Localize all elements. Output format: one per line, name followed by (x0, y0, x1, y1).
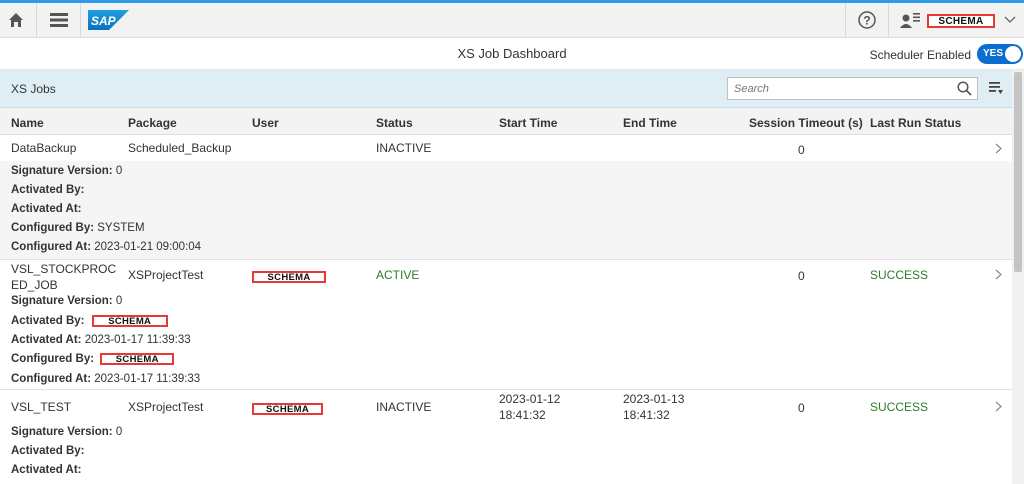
user-name[interactable]: SCHEMA (927, 14, 995, 28)
page-header: XS Job Dashboard Scheduler Enabled (0, 38, 1024, 70)
chevron-right-icon[interactable] (995, 269, 1003, 280)
shell-separator (80, 3, 81, 37)
toggle-label: YES (983, 48, 1004, 59)
column-header-last-run-status[interactable]: Last Run Status (870, 116, 961, 130)
job-session-timeout: 0 (798, 269, 805, 283)
detail-configured-at: Configured At: 2023-01-17 11:39:33 (11, 373, 201, 385)
job-user: SCHEMA (252, 268, 326, 284)
table-header: Name Package User Status Start Time End … (0, 108, 1012, 135)
job-session-timeout: 0 (798, 143, 805, 157)
help-icon: ? (858, 11, 876, 29)
detail-activated-by: Activated By: (11, 445, 85, 457)
job-name: VSL_STOCKPROC ED_JOB (11, 262, 117, 292)
job-start-time: 2023-01-12 18:41:32 (499, 392, 561, 422)
vertical-scrollbar[interactable] (1012, 70, 1024, 484)
column-header-user[interactable]: User (252, 116, 279, 130)
job-session-timeout: 0 (798, 401, 805, 415)
shell-separator (888, 3, 889, 37)
table-row[interactable]: VSL_TEST XSProjectTest SCHEMA INACTIVE 2… (0, 390, 1012, 484)
redacted-user: SCHEMA (91, 315, 168, 327)
detail-signature-version: Signature Version: 0 (11, 165, 123, 177)
menu-icon (50, 13, 68, 27)
job-status: INACTIVE (376, 141, 432, 155)
table-settings-icon[interactable] (989, 82, 1003, 95)
chevron-right-icon[interactable] (995, 401, 1003, 412)
chevron-right-icon[interactable] (995, 143, 1003, 154)
home-icon (9, 13, 23, 27)
job-status: INACTIVE (376, 400, 432, 414)
detail-activated-by: Activated By: SCHEMA (11, 315, 168, 327)
search-input[interactable] (734, 81, 949, 97)
job-name: DataBackup (11, 141, 77, 155)
scheduler-enabled-label: Scheduler Enabled (869, 48, 971, 62)
detail-configured-by: Configured By: SYSTEM (11, 222, 145, 234)
job-package: Scheduled_Backup (128, 141, 232, 155)
menu-button[interactable] (40, 3, 78, 37)
column-header-end-time[interactable]: End Time (623, 116, 677, 130)
job-name: VSL_TEST (11, 400, 72, 414)
chevron-down-icon (1004, 16, 1016, 23)
column-header-name[interactable]: Name (11, 116, 44, 130)
scrollbar-thumb[interactable] (1014, 72, 1022, 272)
shell-separator (36, 3, 37, 37)
table-row[interactable]: DataBackup Scheduled_Backup INACTIVE 0 S… (0, 135, 1012, 260)
help-button[interactable]: ? (850, 3, 884, 37)
job-package: XSProjectTest (128, 400, 204, 414)
redacted-user: SCHEMA (252, 402, 323, 415)
home-button[interactable] (0, 3, 32, 37)
shell-bar: SAP ? SCHEMA (0, 3, 1024, 38)
svg-text:SAP: SAP (91, 14, 117, 28)
user-menu-toggle[interactable] (1000, 3, 1020, 37)
detail-activated-by: Activated By: (11, 184, 85, 196)
job-last-run-status: SUCCESS (870, 268, 929, 282)
job-end-time: 2023-01-13 18:41:32 (623, 392, 685, 422)
detail-signature-version: Signature Version: 0 (11, 295, 123, 307)
shell-separator (845, 3, 846, 37)
column-header-package[interactable]: Package (128, 116, 177, 130)
detail-configured-at: Configured At: 2023-01-21 09:00:04 (11, 241, 202, 253)
column-header-status[interactable]: Status (376, 116, 413, 130)
detail-configured-by: Configured By: SCHEMA (11, 353, 175, 365)
detail-activated-at: Activated At: (11, 464, 82, 476)
table-title: XS Jobs (11, 82, 56, 96)
user-icon (900, 13, 920, 28)
column-header-start-time[interactable]: Start Time (499, 116, 557, 130)
search-field[interactable] (727, 77, 978, 100)
detail-activated-at: Activated At: 2023-01-17 11:39:33 (11, 334, 191, 346)
job-user: SCHEMA (252, 400, 323, 416)
job-last-run-status: SUCCESS (870, 400, 929, 414)
scheduler-toggle[interactable]: YES (977, 44, 1023, 64)
redacted-user: SCHEMA (100, 353, 175, 365)
job-status: ACTIVE (376, 268, 420, 282)
sap-logo: SAP (88, 10, 129, 30)
toggle-knob (1005, 46, 1021, 62)
svg-text:?: ? (863, 14, 870, 28)
redacted-user: SCHEMA (252, 270, 326, 283)
detail-signature-version: Signature Version: 0 (11, 426, 123, 438)
search-icon[interactable] (957, 81, 972, 96)
job-package: XSProjectTest (128, 268, 204, 282)
detail-activated-at: Activated At: (11, 203, 82, 215)
table-row[interactable]: VSL_STOCKPROC ED_JOB XSProjectTest SCHEM… (0, 260, 1012, 390)
column-header-session-timeout[interactable]: Session Timeout (s) (749, 116, 863, 130)
table-toolbar: XS Jobs (0, 70, 1012, 108)
user-menu-button[interactable] (898, 3, 922, 37)
